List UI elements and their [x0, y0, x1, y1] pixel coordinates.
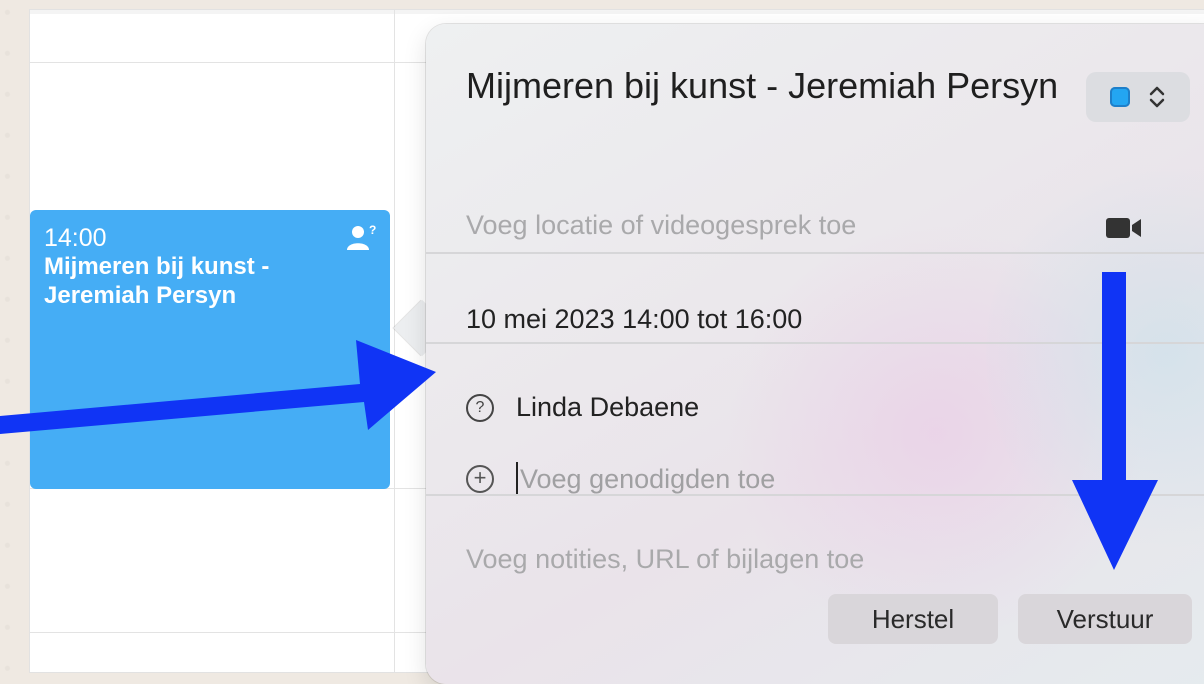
annotation-arrow-icon	[0, 340, 436, 434]
annotation-arrow-icon	[1072, 272, 1158, 570]
annotation-overlay	[0, 272, 1158, 570]
